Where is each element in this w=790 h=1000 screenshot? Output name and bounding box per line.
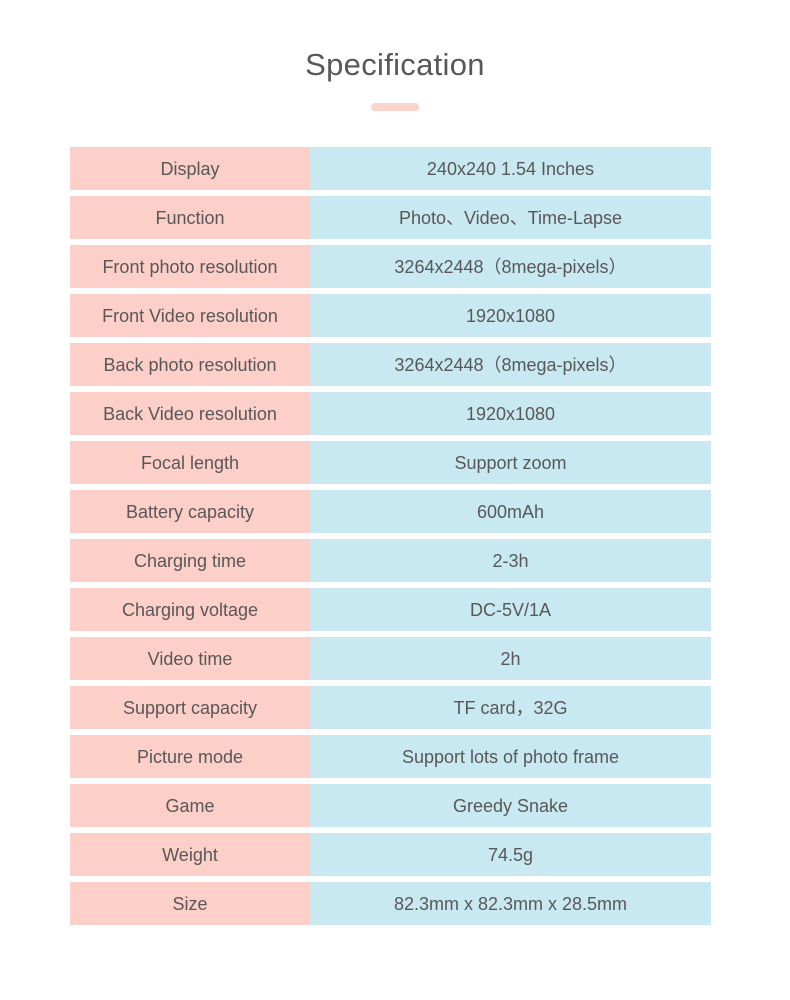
spec-value: 82.3mm x 82.3mm x 28.5mm (310, 882, 711, 925)
spec-value: TF card，32G (310, 686, 711, 729)
table-row: Video time 2h (70, 637, 711, 680)
spec-label: Support capacity (70, 686, 310, 729)
page-title: Specification (305, 47, 485, 82)
table-row: Game Greedy Snake (70, 784, 711, 827)
table-row: Back Video resolution 1920x1080 (70, 392, 711, 435)
spec-label: Front Video resolution (70, 294, 310, 337)
spec-label: Back Video resolution (70, 392, 310, 435)
table-row: Weight 74.5g (70, 833, 711, 876)
spec-value: 240x240 1.54 Inches (310, 147, 711, 190)
spec-label: Function (70, 196, 310, 239)
spec-label: Front photo resolution (70, 245, 310, 288)
table-row: Back photo resolution 3264x2448（8mega-pix… (70, 343, 711, 386)
spec-label: Back photo resolution (70, 343, 310, 386)
spec-value: Support lots of photo frame (310, 735, 711, 778)
specification-page: Specification Display 240x240 1.54 Inches… (0, 0, 790, 1000)
spec-label: Display (70, 147, 310, 190)
spec-label: Weight (70, 833, 310, 876)
spec-label: Charging voltage (70, 588, 310, 631)
table-row: Front photo resolution 3264x2448（8mega-pi… (70, 245, 711, 288)
spec-label: Battery capacity (70, 490, 310, 533)
table-row: Size 82.3mm x 82.3mm x 28.5mm (70, 882, 711, 925)
spec-value: Support zoom (310, 441, 711, 484)
table-row: Picture mode Support lots of photo frame (70, 735, 711, 778)
table-row: Focal length Support zoom (70, 441, 711, 484)
table-row: Battery capacity 600mAh (70, 490, 711, 533)
table-row: Front Video resolution 1920x1080 (70, 294, 711, 337)
spec-label: Video time (70, 637, 310, 680)
spec-value: 1920x1080 (310, 392, 711, 435)
table-row: Display 240x240 1.54 Inches (70, 147, 711, 190)
spec-value: DC-5V/1A (310, 588, 711, 631)
spec-label: Game (70, 784, 310, 827)
spec-label: Charging time (70, 539, 310, 582)
spec-value: 2h (310, 637, 711, 680)
page-header: Specification (0, 0, 790, 112)
spec-label: Size (70, 882, 310, 925)
spec-value: Greedy Snake (310, 784, 711, 827)
table-row: Charging voltage DC-5V/1A (70, 588, 711, 631)
spec-value: 74.5g (310, 833, 711, 876)
title-accent-bar (371, 103, 419, 112)
spec-value: 2-3h (310, 539, 711, 582)
table-row: Function Photo、Video、Time-Lapse (70, 196, 711, 239)
spec-value: 3264x2448（8mega-pixels） (310, 343, 711, 386)
spec-value: 600mAh (310, 490, 711, 533)
spec-label: Picture mode (70, 735, 310, 778)
spec-value: 3264x2448（8mega-pixels） (310, 245, 711, 288)
table-row: Charging time 2-3h (70, 539, 711, 582)
specification-table: Display 240x240 1.54 Inches Function Photo、… (70, 147, 711, 925)
spec-value: Photo、Video、Time-Lapse (310, 196, 711, 239)
spec-value: 1920x1080 (310, 294, 711, 337)
spec-label: Focal length (70, 441, 310, 484)
table-row: Support capacity TF card，32G (70, 686, 711, 729)
